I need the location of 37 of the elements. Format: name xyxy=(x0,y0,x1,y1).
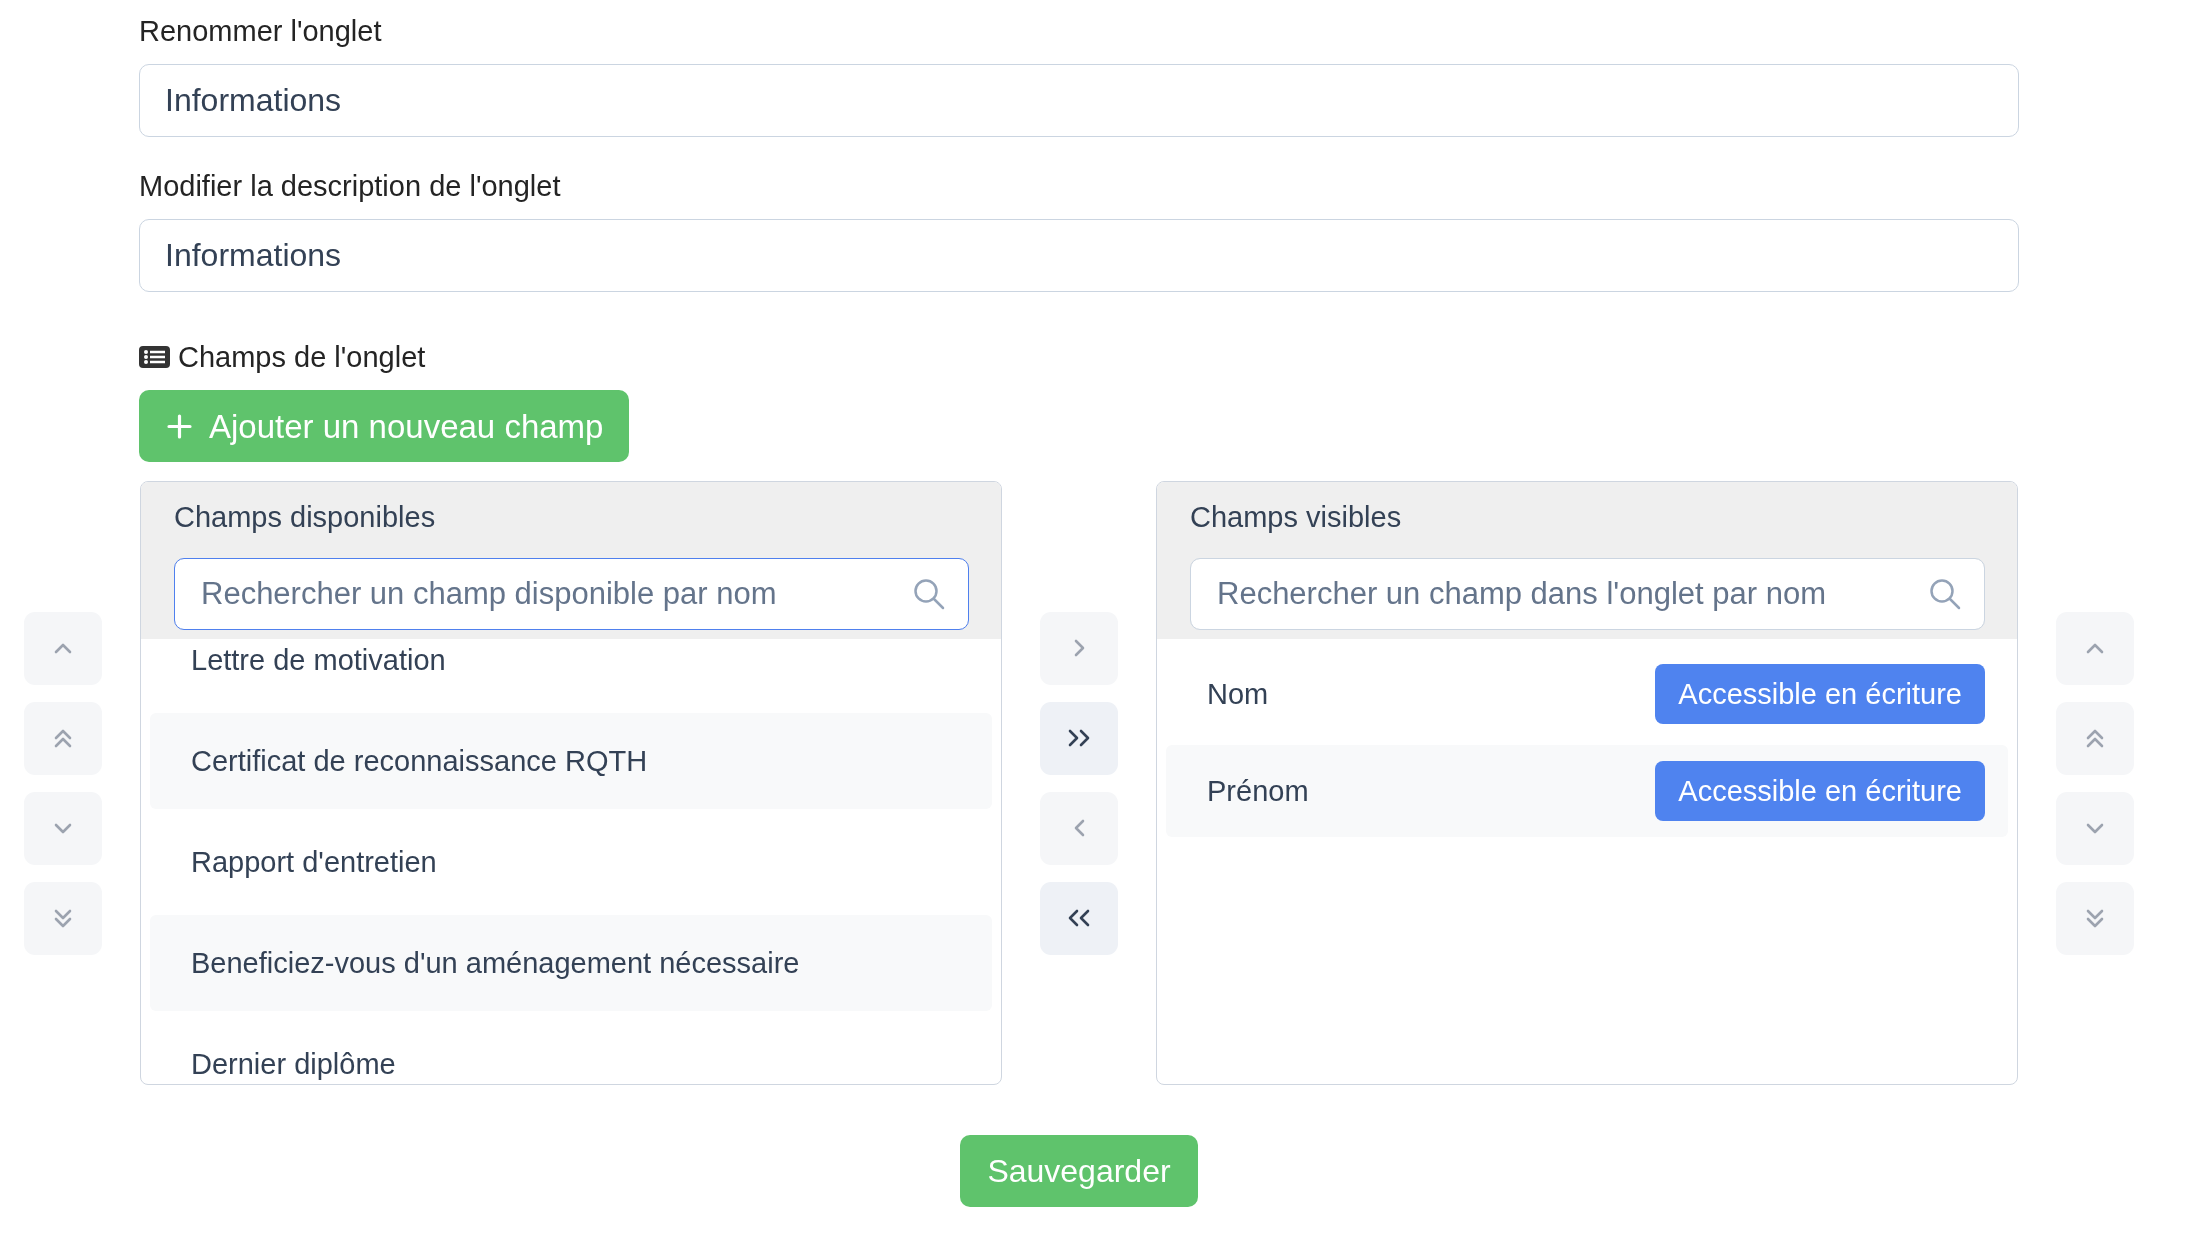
search-icon xyxy=(913,578,945,610)
double-chevron-up-icon xyxy=(2086,728,2104,748)
move-all-left-button[interactable] xyxy=(1040,881,1118,955)
field-list-item[interactable]: Certificat de reconnaissance RQTH xyxy=(150,713,992,809)
access-button[interactable]: Accessible en écriture xyxy=(1655,664,1985,724)
field-list-item[interactable]: Lettre de motivation xyxy=(150,639,992,708)
field-list-item[interactable]: Beneficiez-vous d'un aménagement nécessaire xyxy=(150,915,992,1011)
field-label: Modifier la description de l'onglet xyxy=(139,169,561,204)
field-list-item[interactable]: Dernier diplôme xyxy=(150,1016,992,1084)
field-label: Renommer l'onglet xyxy=(139,14,382,49)
section-title: Champs de l'onglet xyxy=(178,340,426,375)
chevron-right-icon xyxy=(1073,639,1085,657)
text-input[interactable]: Informations xyxy=(139,64,2019,137)
field-name: Nom xyxy=(1207,677,1269,712)
double-chevron-up-icon xyxy=(54,728,72,748)
double-chevron-left-icon xyxy=(1068,909,1090,927)
field-list-item[interactable]: Rapport d'entretien xyxy=(150,814,992,910)
chevron-down-icon xyxy=(54,822,72,834)
field-row[interactable]: Prénom Accessible en écriture xyxy=(1166,745,2008,837)
text-input[interactable]: Informations xyxy=(139,219,2019,292)
access-button[interactable]: Accessible en écriture xyxy=(1655,761,1985,821)
chevron-up-icon xyxy=(54,642,72,654)
search-icon xyxy=(1929,578,1961,610)
chevron-down-icon xyxy=(2086,822,2104,834)
panel-title: Champs disponibles xyxy=(174,500,436,535)
double-chevron-right-icon xyxy=(1068,729,1090,747)
field-row[interactable]: Nom Accessible en écriture xyxy=(1166,648,2008,740)
chevron-up-icon xyxy=(2086,642,2104,654)
search-field[interactable]: Rechercher un champ disponible par nom xyxy=(174,558,969,630)
list-icon xyxy=(139,346,170,368)
panel-title: Champs visibles xyxy=(1190,500,1402,535)
double-chevron-down-icon xyxy=(2086,908,2104,928)
move-all-right-button[interactable] xyxy=(1040,701,1118,775)
double-chevron-down-icon xyxy=(54,908,72,928)
plus-icon xyxy=(167,413,192,439)
field-name: Prénom xyxy=(1207,774,1309,809)
chevron-left-icon xyxy=(1073,819,1085,837)
